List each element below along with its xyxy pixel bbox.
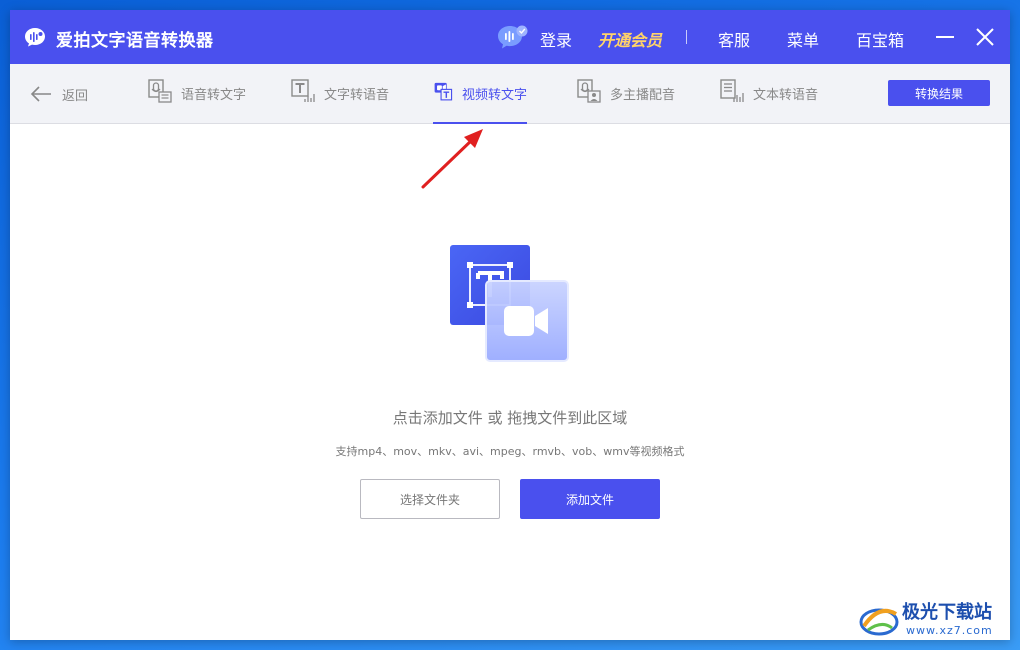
tab-doc-to-speech[interactable]: 文本转语音 <box>719 78 818 124</box>
arrow-left-icon <box>30 86 51 102</box>
app-title: 爱拍文字语音转换器 <box>56 31 214 51</box>
tab-speech-to-text[interactable]: 语音转文字 <box>147 78 246 124</box>
login-link[interactable]: 登录 <box>540 27 572 51</box>
text-t-icon <box>291 79 315 102</box>
back-button[interactable]: 返回 <box>30 84 88 104</box>
aurora-logo-icon <box>859 608 899 636</box>
tab-label: 多主播配音 <box>610 88 676 103</box>
tab-label: 视频转文字 <box>461 88 527 103</box>
supported-formats-text: 支持mp4、mov、mkv、avi、mpeg、rmvb、vob、wmv等视频格式 <box>335 445 685 458</box>
back-label: 返回 <box>62 88 89 104</box>
video-to-text-illustration-icon <box>450 245 569 362</box>
user-avatar-icon[interactable] <box>497 24 529 50</box>
doc-audio-icon <box>720 79 744 102</box>
title-separator <box>686 30 687 44</box>
select-folder-button[interactable]: 选择文件夹 <box>360 479 500 519</box>
tab-multi-voice-dubbing[interactable]: 多主播配音 <box>576 78 675 124</box>
app-logo-icon <box>25 28 45 47</box>
person-dub-icon <box>577 79 601 103</box>
red-arrow-annotation-icon <box>421 129 483 189</box>
toolbox-link[interactable]: 百宝箱 <box>856 27 904 51</box>
tab-label: 语音转文字 <box>181 88 247 103</box>
tab-label: 文本转语音 <box>753 88 819 103</box>
tab-text-to-speech[interactable]: 文字转语音 <box>290 78 389 124</box>
vip-link[interactable]: 开通会员 <box>598 27 662 51</box>
tab-label: 文字转语音 <box>324 88 390 103</box>
tab-video-to-text[interactable]: 视频转文字 <box>433 78 527 124</box>
minimize-icon[interactable] <box>934 26 956 48</box>
title-bar: 爱拍文字语音转换器 登录 开通会员 客服 菜单 百宝箱 <box>10 10 1010 64</box>
drop-hint-text: 点击添加文件 或 拖拽文件到此区域 <box>392 409 628 427</box>
tab-bar: 返回 语音转文字 文字转语音 视频转文字 多主播配音 文本转语音 转换结果 <box>10 64 1010 124</box>
menu-link[interactable]: 菜单 <box>787 27 819 51</box>
service-link[interactable]: 客服 <box>718 27 750 51</box>
close-icon[interactable] <box>974 26 996 48</box>
watermark-url: www.xz7.com <box>906 624 993 637</box>
watermark-name: 极光下载站 <box>902 602 992 623</box>
video-text-icon <box>434 82 453 101</box>
conversion-result-button[interactable]: 转换结果 <box>888 80 990 106</box>
watermark: 极光下载站 www.xz7.com <box>858 598 1010 644</box>
app-window: 爱拍文字语音转换器 登录 开通会员 客服 菜单 百宝箱 返回 语音转文字 文字转… <box>10 10 1010 640</box>
drop-area[interactable]: 点击添加文件 或 拖拽文件到此区域 支持mp4、mov、mkv、avi、mpeg… <box>10 125 1010 640</box>
mic-doc-icon <box>148 79 172 103</box>
add-file-button[interactable]: 添加文件 <box>520 479 660 519</box>
